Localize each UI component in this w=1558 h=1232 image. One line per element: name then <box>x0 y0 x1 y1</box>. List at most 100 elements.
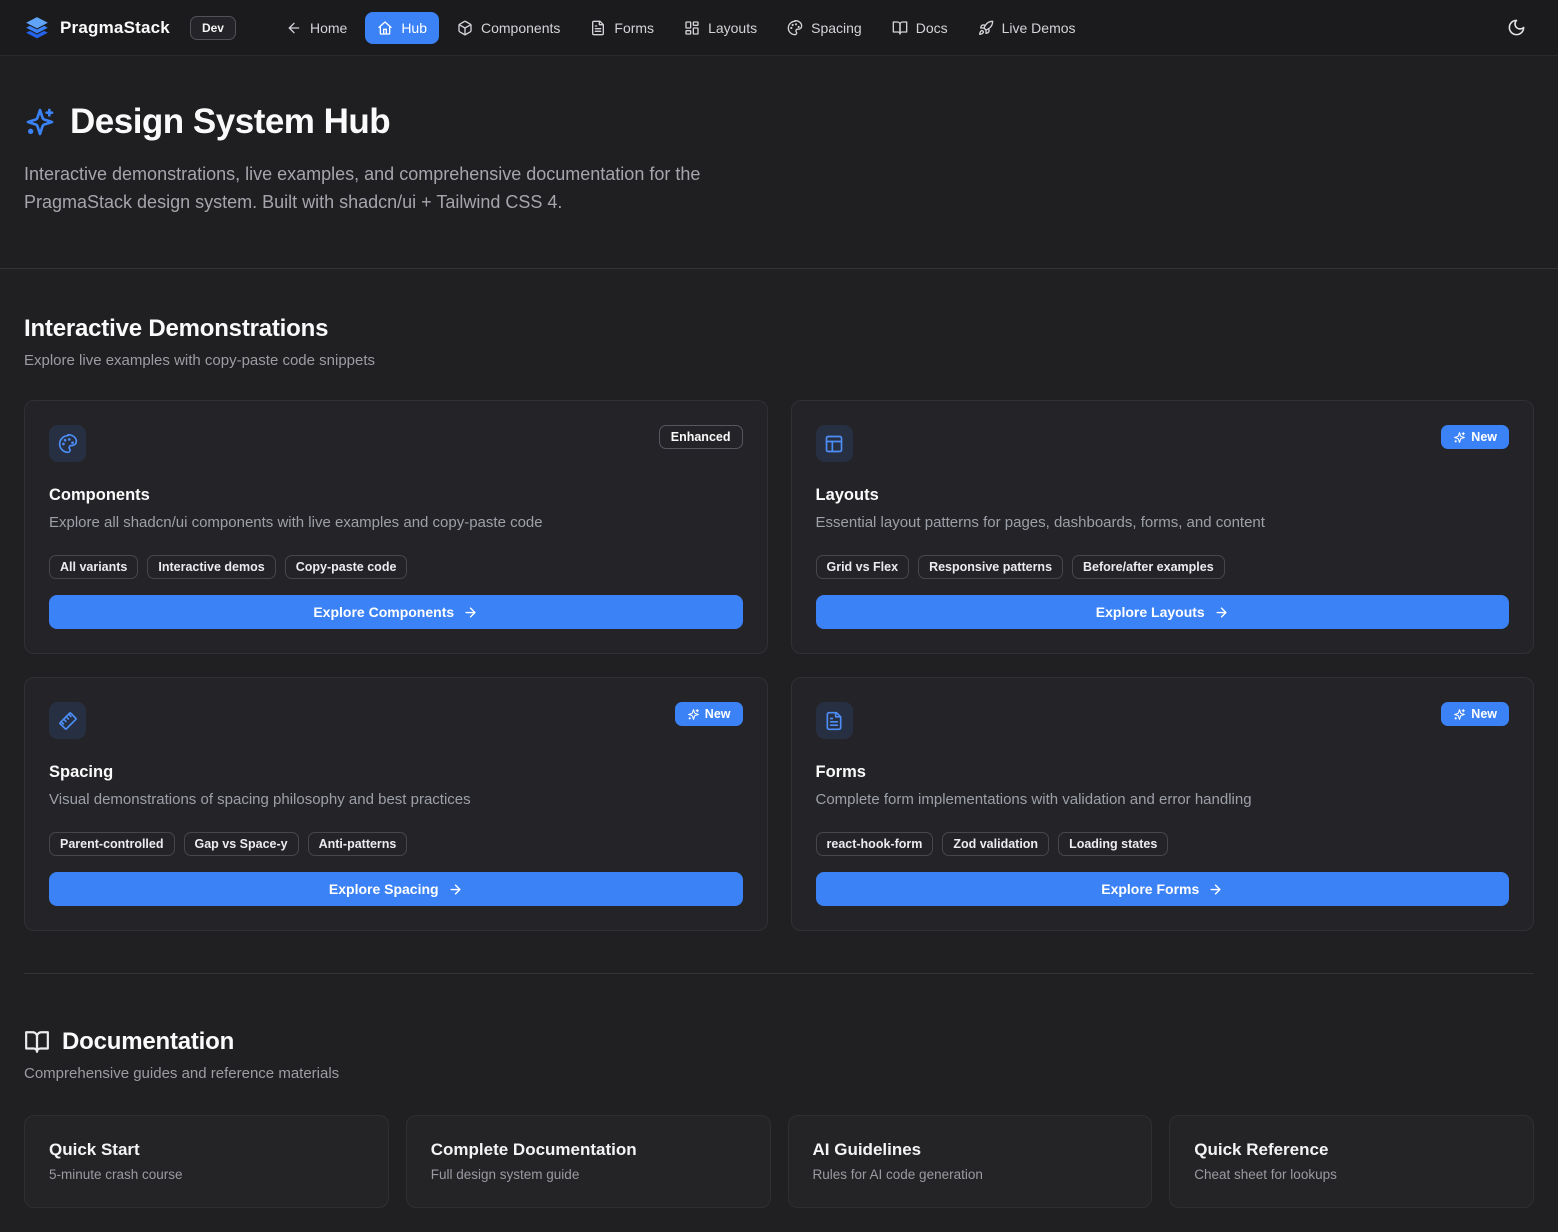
nav-item-label: Forms <box>614 20 654 36</box>
moon-icon <box>1507 18 1526 37</box>
documentation-subheading: Comprehensive guides and reference mater… <box>24 1065 1534 1082</box>
nav-item-label: Docs <box>916 20 948 36</box>
brand[interactable]: PragmaStack Dev <box>24 15 236 41</box>
page: PragmaStack Dev Home Hub Components Form… <box>0 0 1558 1232</box>
tag: Copy-paste code <box>285 555 408 579</box>
doc-card-subtitle: Rules for AI code generation <box>813 1167 1128 1182</box>
tag: Before/after examples <box>1072 555 1225 579</box>
nav-item-label: Home <box>310 20 347 36</box>
palette-icon <box>49 425 86 462</box>
card-description: Visual demonstrations of spacing philoso… <box>49 791 743 808</box>
nav-item-live-demos[interactable]: Live Demos <box>966 12 1088 44</box>
sparkles-icon <box>24 106 56 138</box>
button-label: Explore Components <box>313 604 454 620</box>
sparkles-icon <box>687 708 700 721</box>
tag-row: react-hook-form Zod validation Loading s… <box>816 832 1510 856</box>
demos-subheading: Explore live examples with copy-paste co… <box>24 352 1534 369</box>
arrow-right-icon <box>1208 882 1223 897</box>
palette-icon <box>787 20 803 36</box>
package-icon <box>457 20 473 36</box>
nav-item-forms[interactable]: Forms <box>578 12 666 44</box>
doc-card-ai-guidelines[interactable]: AI Guidelines Rules for AI code generati… <box>788 1115 1153 1208</box>
sparkles-icon <box>1453 708 1466 721</box>
tag: Loading states <box>1058 832 1168 856</box>
demo-card-components: Enhanced Components Explore all shadcn/u… <box>24 400 768 654</box>
book-open-icon <box>24 1029 50 1055</box>
doc-card-title: Quick Start <box>49 1140 364 1160</box>
new-badge: New <box>675 702 743 726</box>
ruler-icon <box>49 702 86 739</box>
new-badge: New <box>1441 425 1509 449</box>
arrow-right-icon <box>448 882 463 897</box>
doc-card-title: Quick Reference <box>1194 1140 1509 1160</box>
nav-item-label: Live Demos <box>1002 20 1076 36</box>
tag: Responsive patterns <box>918 555 1063 579</box>
page-title: Design System Hub <box>70 102 390 142</box>
explore-components-button[interactable]: Explore Components <box>49 595 743 629</box>
nav-item-docs[interactable]: Docs <box>880 12 960 44</box>
nav-item-label: Spacing <box>811 20 862 36</box>
nav-item-label: Components <box>481 20 560 36</box>
nav-item-label: Hub <box>401 20 427 36</box>
file-text-icon <box>816 702 853 739</box>
explore-layouts-button[interactable]: Explore Layouts <box>816 595 1510 629</box>
theme-toggle-button[interactable] <box>1498 10 1534 46</box>
doc-card-quick-reference[interactable]: Quick Reference Cheat sheet for lookups <box>1169 1115 1534 1208</box>
demos-heading: Interactive Demonstrations <box>24 315 1534 343</box>
badge-label: New <box>1471 707 1497 721</box>
demo-card-layouts: New Layouts Essential layout patterns fo… <box>791 400 1535 654</box>
demo-card-spacing: New Spacing Visual demonstrations of spa… <box>24 677 768 931</box>
sparkles-icon <box>1453 431 1466 444</box>
documentation-heading: Documentation <box>62 1028 234 1056</box>
tag: Grid vs Flex <box>816 555 910 579</box>
main-nav: Home Hub Components Forms Layouts Spacin… <box>274 12 1088 44</box>
nav-item-layouts[interactable]: Layouts <box>672 12 769 44</box>
hero-section: Design System Hub Interactive demonstrat… <box>0 56 1558 269</box>
tag: Anti-patterns <box>308 832 408 856</box>
doc-card-subtitle: Full design system guide <box>431 1167 746 1182</box>
badge-label: Enhanced <box>671 430 731 444</box>
card-title: Components <box>49 486 743 505</box>
tag: Zod validation <box>942 832 1049 856</box>
doc-card-complete-documentation[interactable]: Complete Documentation Full design syste… <box>406 1115 771 1208</box>
button-label: Explore Forms <box>1101 881 1199 897</box>
nav-item-spacing[interactable]: Spacing <box>775 12 874 44</box>
arrow-right-icon <box>1214 605 1229 620</box>
tag: All variants <box>49 555 138 579</box>
nav-item-hub[interactable]: Hub <box>365 12 439 44</box>
badge-label: New <box>705 707 731 721</box>
tag-row: All variants Interactive demos Copy-past… <box>49 555 743 579</box>
tag: Interactive demos <box>147 555 275 579</box>
card-title: Spacing <box>49 763 743 782</box>
tag: Parent-controlled <box>49 832 175 856</box>
demo-card-forms: New Forms Complete form implementations … <box>791 677 1535 931</box>
explore-spacing-button[interactable]: Explore Spacing <box>49 872 743 906</box>
nav-item-home[interactable]: Home <box>274 12 359 44</box>
documentation-section: Documentation Comprehensive guides and r… <box>24 974 1534 1208</box>
nav-item-components[interactable]: Components <box>445 12 572 44</box>
tag-row: Grid vs Flex Responsive patterns Before/… <box>816 555 1510 579</box>
explore-forms-button[interactable]: Explore Forms <box>816 872 1510 906</box>
tag: react-hook-form <box>816 832 934 856</box>
doc-card-grid: Quick Start 5-minute crash course Comple… <box>24 1115 1534 1208</box>
card-description: Explore all shadcn/ui components with li… <box>49 514 743 531</box>
rocket-icon <box>978 20 994 36</box>
doc-card-title: AI Guidelines <box>813 1140 1128 1160</box>
panels-top-icon <box>816 425 853 462</box>
arrow-left-icon <box>286 20 302 36</box>
file-text-icon <box>590 20 606 36</box>
arrow-right-icon <box>463 605 478 620</box>
new-badge: New <box>1441 702 1509 726</box>
demo-card-grid: Enhanced Components Explore all shadcn/u… <box>24 400 1534 931</box>
book-open-icon <box>892 20 908 36</box>
tag-row: Parent-controlled Gap vs Space-y Anti-pa… <box>49 832 743 856</box>
card-title: Forms <box>816 763 1510 782</box>
doc-card-subtitle: 5-minute crash course <box>49 1167 364 1182</box>
card-description: Complete form implementations with valid… <box>816 791 1510 808</box>
main-content: Interactive Demonstrations Explore live … <box>0 269 1558 1232</box>
doc-card-quick-start[interactable]: Quick Start 5-minute crash course <box>24 1115 389 1208</box>
navbar: PragmaStack Dev Home Hub Components Form… <box>0 0 1558 56</box>
doc-card-subtitle: Cheat sheet for lookups <box>1194 1167 1509 1182</box>
env-badge: Dev <box>190 16 236 40</box>
demos-section: Interactive Demonstrations Explore live … <box>24 269 1534 931</box>
